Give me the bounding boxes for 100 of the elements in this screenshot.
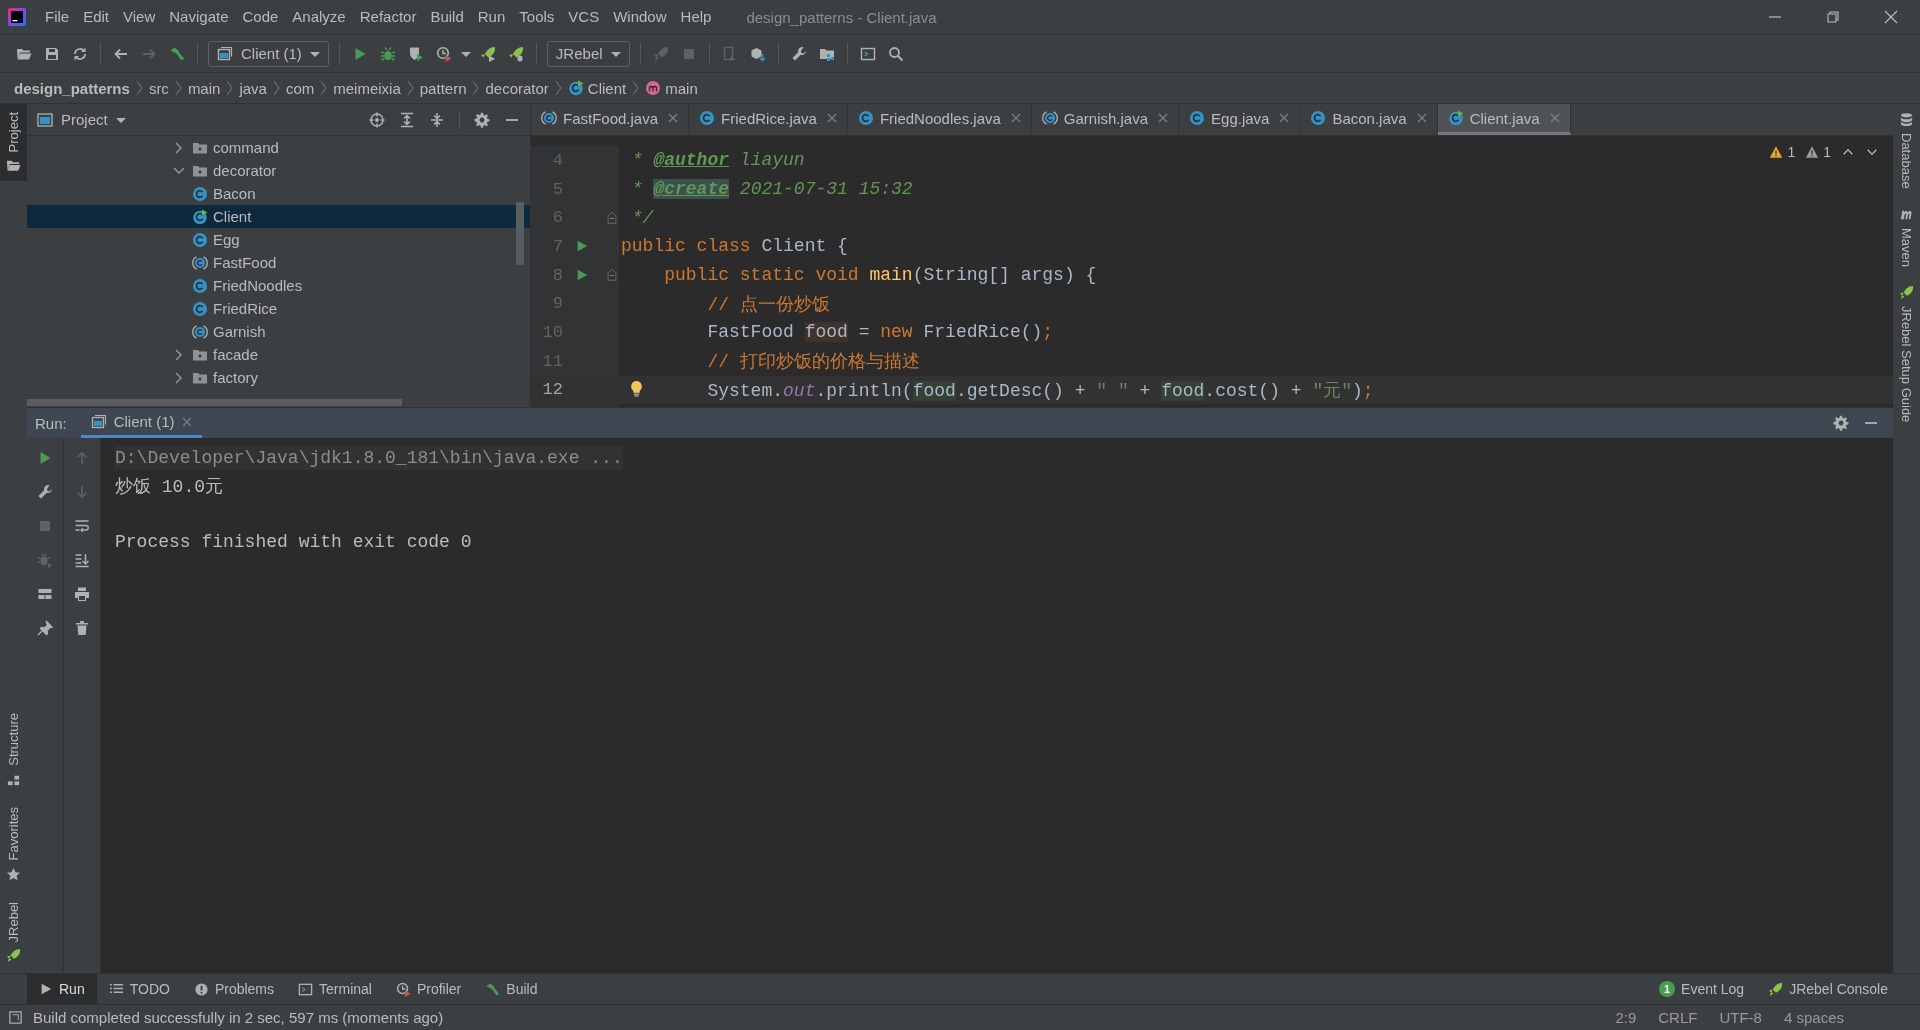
menu-item[interactable]: Code bbox=[235, 6, 286, 28]
fold-icon[interactable] bbox=[605, 268, 619, 283]
run-icon[interactable] bbox=[575, 268, 589, 283]
scrollbar[interactable] bbox=[516, 202, 524, 265]
tree-item[interactable]: facade bbox=[27, 343, 530, 366]
tree-item[interactable]: Egg bbox=[27, 228, 530, 251]
menu-item[interactable]: View bbox=[116, 6, 163, 28]
editor-tab[interactable]: FriedNoodles.java bbox=[847, 104, 1032, 135]
search-icon[interactable] bbox=[887, 45, 904, 62]
rocket-debug-icon[interactable] bbox=[507, 45, 524, 62]
fold-icon[interactable] bbox=[605, 210, 619, 225]
scrollbar[interactable] bbox=[27, 399, 402, 406]
tool-window-tab[interactable]: Maven bbox=[1893, 198, 1920, 277]
boxes-icon[interactable] bbox=[749, 45, 766, 62]
layout-icon[interactable] bbox=[37, 586, 53, 602]
close-icon[interactable] bbox=[1279, 113, 1290, 123]
menu-item[interactable]: Help bbox=[673, 6, 719, 28]
breadcrumb-item[interactable]: pattern bbox=[419, 79, 467, 97]
tool-window-tab[interactable]: Run bbox=[27, 974, 97, 1004]
breadcrumb-item[interactable]: main bbox=[645, 79, 698, 97]
settings-icon[interactable] bbox=[474, 111, 490, 128]
menu-item[interactable]: Analyze bbox=[285, 6, 353, 28]
menu-item[interactable]: Build bbox=[423, 6, 471, 28]
hammer-icon[interactable] bbox=[169, 45, 185, 62]
pin-icon[interactable] bbox=[37, 620, 53, 636]
inspection-counter[interactable]: 1 bbox=[1805, 144, 1831, 160]
close-icon[interactable] bbox=[1010, 113, 1021, 123]
inspection-counter[interactable]: 1 bbox=[1769, 144, 1796, 160]
breadcrumb-item[interactable]: java bbox=[239, 79, 267, 97]
editor-tab[interactable]: FastFood.java bbox=[531, 104, 690, 135]
menu-item[interactable]: File bbox=[38, 6, 77, 28]
light-bulb-icon[interactable] bbox=[628, 379, 645, 397]
menu-item[interactable]: Navigate bbox=[162, 6, 236, 28]
close-icon[interactable] bbox=[1158, 113, 1169, 123]
close-icon[interactable] bbox=[826, 113, 837, 123]
profiler-icon[interactable] bbox=[435, 45, 452, 62]
tree-item[interactable]: command bbox=[27, 136, 530, 159]
status-indicator[interactable]: UTF-8 bbox=[1713, 1009, 1768, 1026]
editor-tab[interactable]: Client.java bbox=[1437, 104, 1571, 135]
settings-icon[interactable] bbox=[1833, 415, 1849, 431]
status-indicator[interactable]: 4 spaces bbox=[1777, 1009, 1850, 1026]
tool-window-tab[interactable]: TODO bbox=[96, 974, 182, 1004]
terminal-icon[interactable] bbox=[859, 45, 876, 62]
breadcrumb-item[interactable]: meimeixia bbox=[333, 79, 401, 97]
expand-all-icon[interactable] bbox=[399, 111, 415, 128]
tool-window-tab[interactable]: Project bbox=[0, 104, 27, 182]
shield-icon[interactable] bbox=[407, 45, 424, 62]
tool-window-tab[interactable]: 1 Event Log bbox=[1647, 974, 1757, 1004]
editor-tab[interactable]: FriedRice.java bbox=[689, 104, 848, 135]
menu-item[interactable]: VCS bbox=[561, 6, 607, 28]
menu-item[interactable]: Run bbox=[470, 6, 513, 28]
tree-item[interactable]: Garnish bbox=[27, 320, 530, 343]
tool-window-tab[interactable]: Build bbox=[473, 974, 550, 1004]
tool-window-tab[interactable]: Terminal bbox=[286, 974, 384, 1004]
breadcrumb-item[interactable]: src bbox=[148, 79, 169, 97]
save-icon[interactable] bbox=[44, 45, 60, 62]
locate-icon[interactable] bbox=[369, 111, 385, 128]
soft-wrap-icon[interactable] bbox=[74, 518, 90, 534]
panel-toggle-icon[interactable] bbox=[8, 1010, 23, 1025]
status-indicator[interactable]: 2:9 bbox=[1609, 1009, 1643, 1026]
tool-window-tab[interactable]: Problems bbox=[181, 974, 287, 1004]
breadcrumb-item[interactable]: decorator bbox=[485, 79, 549, 97]
tool-window-tab[interactable]: JRebel bbox=[0, 891, 27, 973]
menu-item[interactable]: Refactor bbox=[352, 6, 424, 28]
breadcrumb-item[interactable]: main bbox=[187, 79, 221, 97]
collapse-all-icon[interactable] bbox=[429, 111, 445, 128]
tool-window-tab[interactable]: Favorites bbox=[0, 797, 27, 892]
breadcrumb-item[interactable]: Client bbox=[567, 79, 627, 97]
close-icon[interactable] bbox=[1416, 113, 1427, 123]
tree-item[interactable]: FriedNoodles bbox=[27, 274, 530, 297]
status-indicator[interactable]: CRLF bbox=[1652, 1009, 1704, 1026]
scroll-to-end-icon[interactable] bbox=[74, 552, 90, 568]
sync-icon[interactable] bbox=[72, 45, 88, 62]
tree-item[interactable]: FastFood bbox=[27, 251, 530, 274]
caret-icon[interactable] bbox=[460, 49, 471, 58]
tool-window-tab[interactable]: Structure bbox=[0, 703, 27, 798]
editor-tab[interactable]: Egg.java bbox=[1179, 104, 1301, 135]
editor-tab[interactable]: Garnish.java bbox=[1031, 104, 1180, 135]
tool-window-tab[interactable]: Database bbox=[1893, 104, 1920, 199]
tool-window-tab[interactable]: JRebel Console bbox=[1756, 974, 1900, 1004]
tree-item[interactable]: FriedRice bbox=[27, 297, 530, 320]
panel-title[interactable]: Project bbox=[37, 111, 355, 128]
rocket-run-icon[interactable] bbox=[479, 45, 496, 62]
bug-icon[interactable] bbox=[379, 45, 396, 62]
close-icon[interactable] bbox=[181, 416, 192, 427]
menu-item[interactable]: Edit bbox=[76, 6, 117, 28]
tree-item[interactable]: factory bbox=[27, 366, 530, 389]
run-icon[interactable] bbox=[575, 239, 589, 254]
wrench-icon[interactable] bbox=[37, 484, 53, 500]
breadcrumb-item[interactable]: com bbox=[285, 79, 315, 97]
editor-tab[interactable]: Bacon.java bbox=[1300, 104, 1438, 135]
tree-item[interactable]: Client bbox=[27, 205, 530, 228]
tree-item[interactable]: Bacon bbox=[27, 182, 530, 205]
breadcrumb-item[interactable]: design_patterns bbox=[14, 79, 130, 97]
printer-icon[interactable] bbox=[74, 586, 90, 602]
trash-icon[interactable] bbox=[74, 620, 90, 636]
tool-window-tab[interactable]: JRebel Setup Guide bbox=[1893, 276, 1920, 433]
wrench-icon[interactable] bbox=[790, 45, 807, 62]
menu-item[interactable]: Tools bbox=[512, 6, 562, 28]
run-config-dropdown[interactable]: JRebel bbox=[546, 40, 630, 67]
